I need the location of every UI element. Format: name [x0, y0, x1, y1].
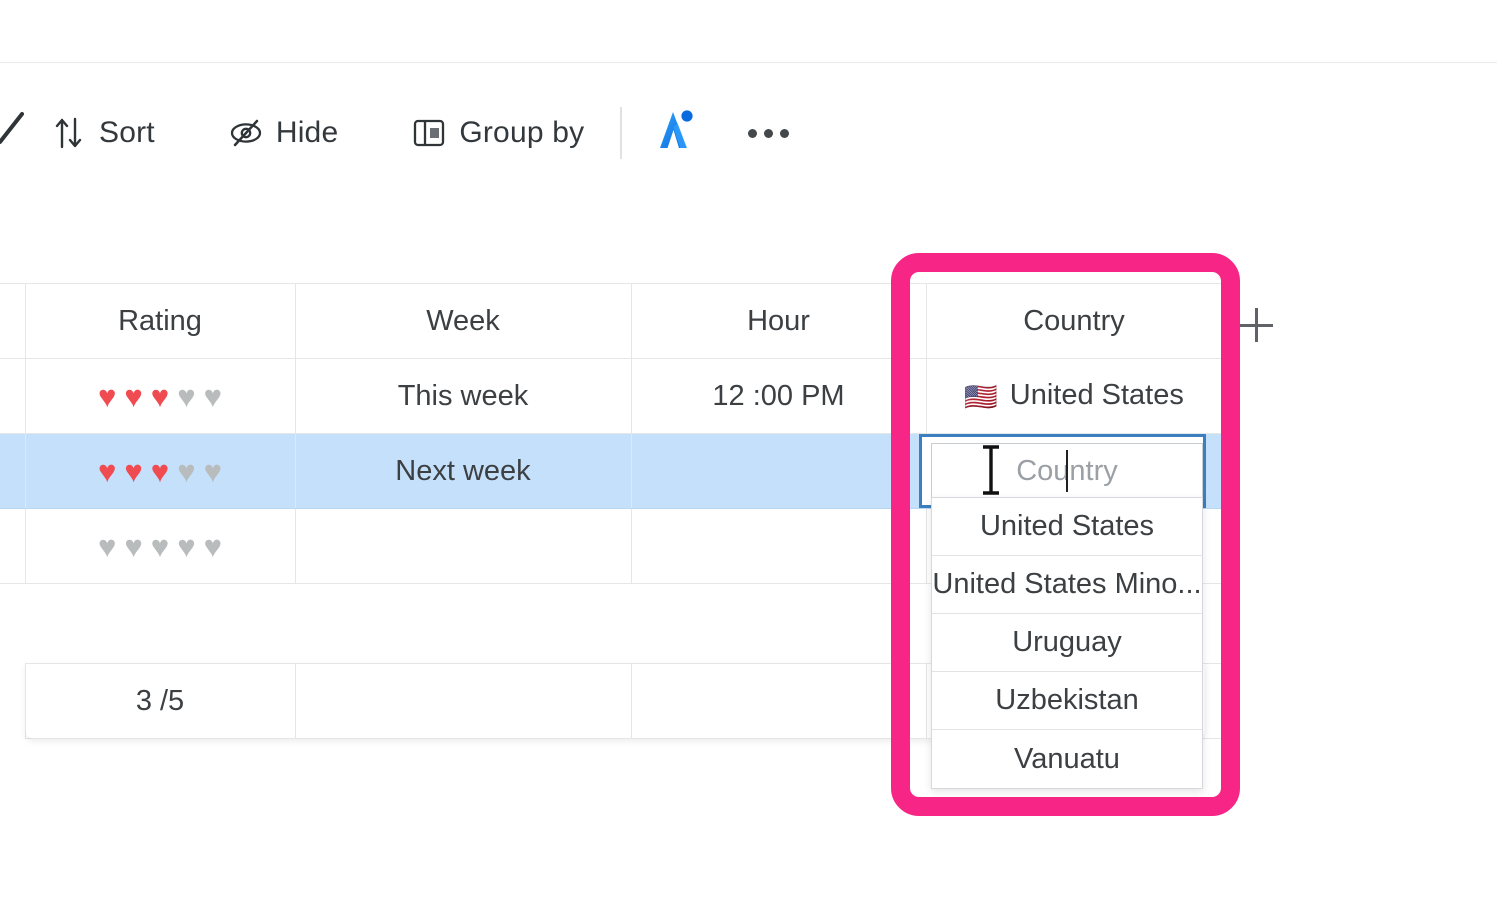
grid-header-row: Rating Week Hour Country	[0, 283, 1223, 359]
dropdown-option[interactable]: Uzbekistan	[932, 672, 1202, 730]
ai-sparkle-icon	[646, 103, 702, 164]
table-row[interactable]: ♥ ♥ ♥ ♥ ♥ This week 12 :00 PM 🇺🇸 United State…	[0, 358, 1223, 434]
cell-country[interactable]: 🇺🇸 United States	[925, 358, 1223, 434]
summary-hour[interactable]	[630, 663, 927, 739]
heart-icon[interactable]: ♥	[98, 531, 116, 562]
heart-icon[interactable]: ♥	[204, 456, 222, 487]
cell-hour[interactable]	[630, 508, 927, 584]
plus-icon	[1254, 308, 1258, 342]
cell-week[interactable]: This week	[294, 358, 632, 434]
hide-button-label: Hide	[275, 116, 339, 149]
heart-icon[interactable]: ♥	[177, 381, 195, 412]
heart-icon[interactable]: ♥	[98, 381, 116, 412]
cell-rating[interactable]: ♥ ♥ ♥ ♥ ♥	[24, 358, 296, 434]
sort-button[interactable]: Sort	[44, 110, 177, 156]
column-header-week[interactable]: Week	[294, 283, 632, 359]
cell-rating[interactable]: ♥ ♥ ♥ ♥ ♥	[24, 433, 296, 509]
hide-button[interactable]: Hide	[221, 110, 361, 156]
hide-eye-icon	[229, 116, 263, 150]
rating-hearts[interactable]: ♥ ♥ ♥ ♥ ♥	[26, 381, 295, 412]
dropdown-option[interactable]: United States	[932, 498, 1202, 556]
cell-country-label: United States	[1009, 379, 1184, 412]
add-column-button[interactable]	[1236, 305, 1276, 345]
cell-rating[interactable]: ♥ ♥ ♥ ♥ ♥	[24, 508, 296, 584]
more-options-button[interactable]	[732, 105, 804, 161]
heart-icon[interactable]: ♥	[151, 456, 169, 487]
sort-button-label: Sort	[99, 116, 155, 149]
rating-hearts[interactable]: ♥ ♥ ♥ ♥ ♥	[26, 531, 295, 562]
row-gutter-cell	[0, 433, 26, 509]
rating-hearts[interactable]: ♥ ♥ ♥ ♥ ♥	[26, 456, 295, 487]
row-gutter-cell	[0, 358, 26, 434]
more-horizontal-icon	[763, 128, 773, 138]
group-by-button[interactable]: Group by	[404, 110, 606, 156]
column-header-hour[interactable]: Hour	[630, 283, 927, 359]
group-by-icon	[412, 116, 446, 150]
group-by-button-label: Group by	[459, 116, 585, 149]
row-gutter-cell	[0, 508, 26, 584]
heart-icon[interactable]: ♥	[98, 456, 116, 487]
column-header-rating[interactable]: Rating	[24, 283, 296, 359]
heart-icon[interactable]: ♥	[177, 531, 195, 562]
heart-icon[interactable]: ♥	[204, 531, 222, 562]
heart-icon[interactable]: ♥	[204, 381, 222, 412]
heart-icon[interactable]: ♥	[151, 531, 169, 562]
country-options-dropdown[interactable]: United States United States Mino... Urug…	[931, 497, 1203, 789]
row-gutter-header	[0, 283, 26, 359]
more-horizontal-icon	[779, 128, 789, 138]
column-header-country[interactable]: Country	[925, 283, 1223, 359]
text-caret	[1066, 450, 1068, 492]
heart-icon[interactable]: ♥	[151, 381, 169, 412]
cell-hour[interactable]: 12 :00 PM	[630, 358, 927, 434]
toolbar-divider-line	[0, 62, 1497, 63]
cell-hour[interactable]	[630, 433, 927, 509]
ai-assistant-button[interactable]	[646, 105, 702, 161]
summary-week[interactable]	[294, 663, 632, 739]
heart-icon[interactable]: ♥	[124, 456, 142, 487]
dropdown-option[interactable]: Uruguay	[932, 614, 1202, 672]
country-flag-icon: 🇺🇸	[964, 381, 998, 412]
view-toolbar: Sort Hide Group by	[0, 95, 804, 171]
sort-icon	[52, 116, 86, 150]
summary-rating[interactable]: 3 /5	[24, 663, 296, 739]
more-horizontal-icon	[747, 128, 757, 138]
toolbar-separator	[620, 107, 623, 159]
heart-icon[interactable]: ♥	[124, 381, 142, 412]
dropdown-option[interactable]: Vanuatu	[932, 730, 1202, 788]
dropdown-option[interactable]: United States Mino...	[932, 556, 1202, 614]
cell-week[interactable]	[294, 508, 632, 584]
heart-icon[interactable]: ♥	[124, 531, 142, 562]
heart-icon[interactable]: ♥	[177, 456, 195, 487]
spreadsheet-app: Sort Hide Group by Rating Week Hour Coun…	[0, 0, 1497, 910]
cell-week[interactable]: Next week	[294, 433, 632, 509]
